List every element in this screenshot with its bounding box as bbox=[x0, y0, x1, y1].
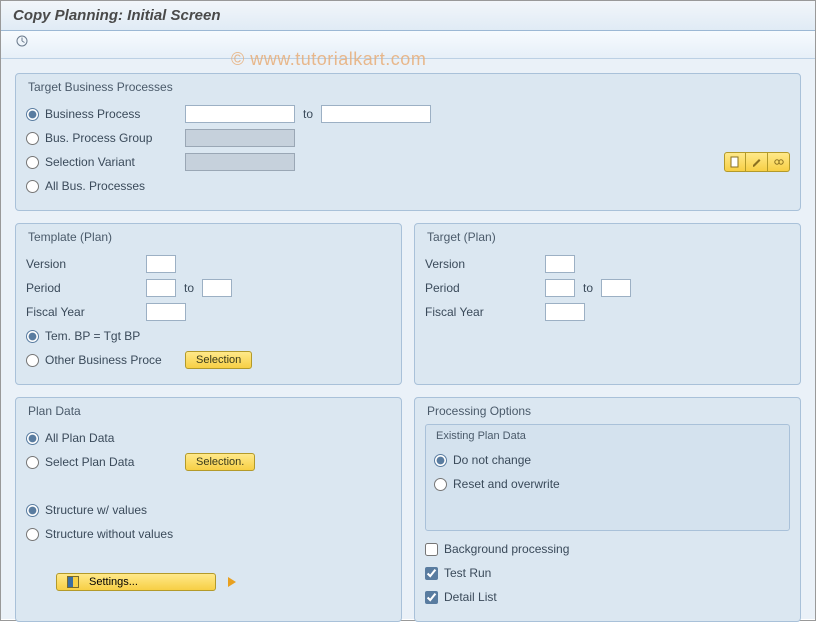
template-period-to-input[interactable] bbox=[202, 279, 232, 297]
template-fiscal-year-input[interactable] bbox=[146, 303, 186, 321]
execute-icon[interactable] bbox=[11, 34, 33, 54]
group-plan-data: Plan Data All Plan Data Select Plan Data… bbox=[15, 397, 402, 622]
checkbox-test-run[interactable] bbox=[425, 567, 438, 580]
edit-icon[interactable] bbox=[746, 152, 768, 172]
group-title: Target (Plan) bbox=[425, 228, 790, 250]
label-do-not-change: Do not change bbox=[453, 453, 531, 467]
label-tem-bp: Tem. BP = Tgt BP bbox=[45, 329, 140, 343]
radio-tem-bp[interactable] bbox=[26, 330, 39, 343]
radio-do-not-change[interactable] bbox=[434, 454, 447, 467]
radio-business-process[interactable] bbox=[26, 108, 39, 121]
toolbar bbox=[1, 31, 815, 59]
title-bar: Copy Planning: Initial Screen bbox=[1, 1, 815, 31]
selection-variant-input bbox=[185, 153, 295, 171]
label-fiscal-year: Fiscal Year bbox=[26, 305, 146, 319]
radio-selection-variant[interactable] bbox=[26, 156, 39, 169]
to-label: to bbox=[583, 281, 593, 295]
radio-structure-with-values[interactable] bbox=[26, 504, 39, 517]
label-all-plan-data: All Plan Data bbox=[45, 431, 114, 445]
label-period: Period bbox=[26, 281, 146, 295]
group-target-plan: Target (Plan) Version Period to Fiscal Y… bbox=[414, 223, 801, 385]
label-business-process: Business Process bbox=[45, 107, 185, 121]
group-title: Plan Data bbox=[26, 402, 391, 424]
label-select-plan-data: Select Plan Data bbox=[45, 455, 185, 469]
radio-select-plan-data[interactable] bbox=[26, 456, 39, 469]
group-title: Target Business Processes bbox=[26, 78, 790, 100]
target-period-to-input[interactable] bbox=[601, 279, 631, 297]
inset-title: Existing Plan Data bbox=[434, 429, 781, 446]
template-period-from-input[interactable] bbox=[146, 279, 176, 297]
settings-button-label: Settings... bbox=[89, 576, 138, 588]
to-label: to bbox=[303, 107, 313, 121]
label-reset-overwrite: Reset and overwrite bbox=[453, 477, 560, 491]
business-process-to-input[interactable] bbox=[321, 105, 431, 123]
display-icon[interactable] bbox=[768, 152, 790, 172]
plan-columns: Template (Plan) Version Period to Fiscal… bbox=[15, 223, 801, 397]
radio-structure-without-values[interactable] bbox=[26, 528, 39, 541]
template-version-input[interactable] bbox=[146, 255, 176, 273]
label-selection-variant: Selection Variant bbox=[45, 155, 185, 169]
label-period: Period bbox=[425, 281, 545, 295]
radio-all-plan-data[interactable] bbox=[26, 432, 39, 445]
settings-button[interactable]: Settings... bbox=[56, 573, 216, 591]
radio-bus-process-group[interactable] bbox=[26, 132, 39, 145]
label-bus-process-group: Bus. Process Group bbox=[45, 131, 185, 145]
variant-icon-buttons bbox=[724, 152, 790, 172]
group-target-business-processes: Target Business Processes Business Proce… bbox=[15, 73, 801, 211]
template-selection-button[interactable]: Selection bbox=[185, 351, 252, 369]
target-period-from-input[interactable] bbox=[545, 279, 575, 297]
radio-reset-overwrite[interactable] bbox=[434, 478, 447, 491]
grid-icon bbox=[67, 576, 79, 588]
label-structure-without-values: Structure without values bbox=[45, 527, 173, 541]
group-processing-options: Processing Options Existing Plan Data Do… bbox=[414, 397, 801, 622]
create-icon[interactable] bbox=[724, 152, 746, 172]
checkbox-background-processing[interactable] bbox=[425, 543, 438, 556]
to-label: to bbox=[184, 281, 194, 295]
label-other-bp: Other Business Proce bbox=[45, 353, 185, 367]
label-version: Version bbox=[425, 257, 545, 271]
target-version-input[interactable] bbox=[545, 255, 575, 273]
page-title: Copy Planning: Initial Screen bbox=[13, 7, 803, 24]
arrow-right-icon bbox=[228, 577, 236, 587]
checkbox-detail-list[interactable] bbox=[425, 591, 438, 604]
business-process-from-input[interactable] bbox=[185, 105, 295, 123]
label-fiscal-year: Fiscal Year bbox=[425, 305, 545, 319]
label-version: Version bbox=[26, 257, 146, 271]
radio-all-bus-processes[interactable] bbox=[26, 180, 39, 193]
plan-data-selection-button[interactable]: Selection. bbox=[185, 453, 255, 471]
group-title: Processing Options bbox=[425, 402, 790, 424]
label-detail-list: Detail List bbox=[444, 590, 497, 604]
content-area: © www.tutorialkart.com Target Business P… bbox=[1, 59, 815, 619]
radio-other-bp[interactable] bbox=[26, 354, 39, 367]
inset-existing-plan-data: Existing Plan Data Do not change Reset a… bbox=[425, 424, 790, 531]
group-title: Template (Plan) bbox=[26, 228, 391, 250]
label-background-processing: Background processing bbox=[444, 542, 569, 556]
group-template-plan: Template (Plan) Version Period to Fiscal… bbox=[15, 223, 402, 385]
target-fiscal-year-input[interactable] bbox=[545, 303, 585, 321]
plan-processing-columns: Plan Data All Plan Data Select Plan Data… bbox=[15, 397, 801, 634]
label-test-run: Test Run bbox=[444, 566, 491, 580]
label-all-bus-processes: All Bus. Processes bbox=[45, 179, 145, 193]
bus-process-group-input bbox=[185, 129, 295, 147]
label-structure-with-values: Structure w/ values bbox=[45, 503, 147, 517]
